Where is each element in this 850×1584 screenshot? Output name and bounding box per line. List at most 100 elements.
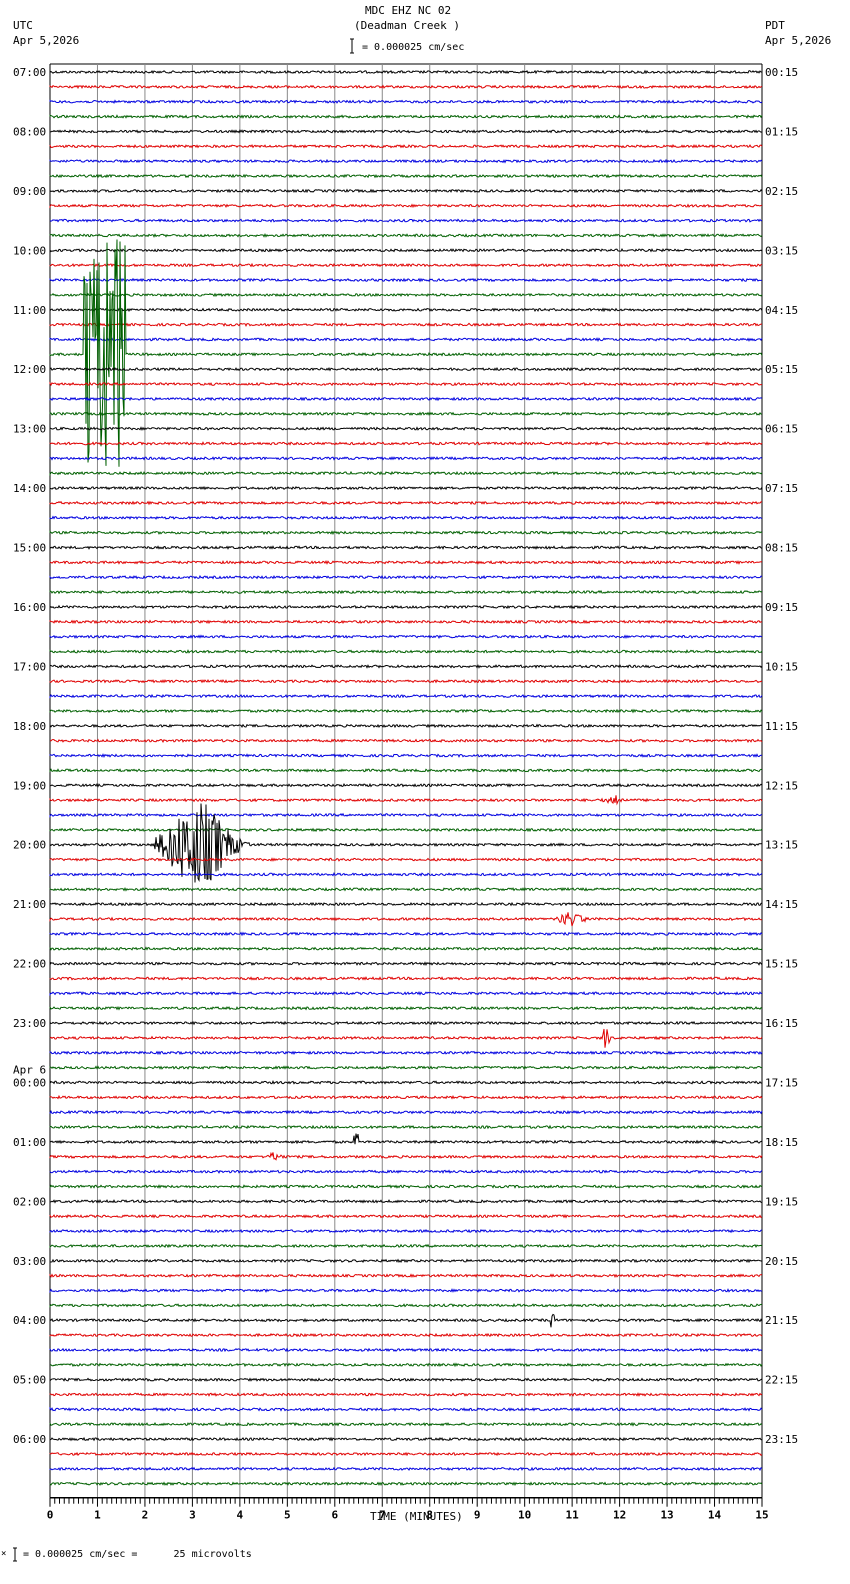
pdt-hour-label: 07:15 — [765, 482, 798, 495]
trace-62 — [49, 990, 763, 996]
trace-33 — [49, 559, 763, 565]
utc-hour-label: 12:00 — [13, 363, 46, 376]
pdt-hour-label: 04:15 — [765, 304, 798, 317]
x-tick-label: 1 — [94, 1509, 101, 1522]
pdt-hour-label: 01:15 — [765, 125, 798, 138]
trace-86 — [49, 1347, 763, 1353]
trace-55 — [49, 886, 763, 892]
trace-16 — [49, 307, 763, 313]
trace-91 — [49, 1421, 763, 1427]
utc-hour-label: 18:00 — [13, 720, 46, 733]
trace-85 — [49, 1332, 763, 1338]
trace-31 — [49, 530, 763, 536]
trace-40 — [49, 664, 763, 669]
trace-61 — [49, 976, 763, 981]
trace-4 — [49, 129, 763, 134]
pdt-hour-label: 17:15 — [765, 1076, 798, 1089]
trace-50 — [49, 812, 763, 818]
trace-80 — [49, 1258, 763, 1264]
trace-30 — [49, 515, 763, 521]
trace-21 — [49, 381, 763, 387]
trace-20 — [49, 366, 763, 372]
x-tick-label: 4 — [237, 1509, 244, 1522]
x-tick-label: 7 — [379, 1509, 386, 1522]
trace-7 — [49, 173, 763, 179]
trace-46 — [49, 753, 762, 759]
utc-hour-label: 16:00 — [13, 601, 46, 614]
trace-5 — [49, 144, 763, 149]
utc-hour-label: 11:00 — [13, 304, 46, 317]
trace-54 — [49, 871, 763, 877]
trace-11 — [49, 233, 763, 238]
trace-65 — [49, 1028, 763, 1048]
pdt-hour-label: 05:15 — [765, 363, 798, 376]
utc-hour-label: 03:00 — [13, 1255, 46, 1268]
pdt-hour-label: 20:15 — [765, 1255, 798, 1268]
utc-hour-label: 10:00 — [13, 244, 46, 257]
pdt-hour-label: 02:15 — [765, 185, 798, 198]
pdt-hour-label: 14:15 — [765, 898, 798, 911]
trace-43 — [49, 708, 763, 714]
trace-71 — [49, 1124, 763, 1130]
x-tick-label: 6 — [331, 1509, 338, 1522]
trace-8 — [49, 188, 763, 194]
trace-78 — [49, 1228, 763, 1234]
utc-hour-label: 05:00 — [13, 1374, 46, 1387]
trace-92 — [49, 1436, 763, 1442]
trace-56 — [49, 901, 763, 907]
footer-scale-bar-icon — [13, 1547, 17, 1562]
trace-0 — [49, 69, 763, 75]
trace-17 — [49, 322, 763, 327]
trace-3 — [49, 114, 763, 120]
pdt-hour-label: 08:15 — [765, 542, 798, 555]
trace-6 — [49, 158, 763, 164]
helicorder: MDC EHZ NC 02 (Deadman Creek ) UTC Apr 5… — [0, 0, 850, 1584]
trace-72 — [49, 1133, 763, 1145]
utc-hour-label: 09:00 — [13, 185, 46, 198]
utc-hour-label: 00:00 — [13, 1076, 46, 1089]
trace-70 — [49, 1109, 763, 1115]
trace-34 — [49, 574, 763, 580]
pdt-hour-label: 09:15 — [765, 601, 798, 614]
trace-9 — [49, 203, 763, 209]
trace-1 — [49, 84, 763, 90]
utc-hour-label: 15:00 — [13, 542, 46, 555]
trace-10 — [49, 218, 763, 223]
trace-68 — [49, 1080, 763, 1085]
trace-25 — [49, 441, 763, 446]
trace-60 — [49, 961, 763, 967]
date-change-label: Apr 6 — [13, 1063, 46, 1076]
trace-75 — [49, 1184, 763, 1189]
trace-88 — [49, 1377, 763, 1383]
x-tick-label: 11 — [566, 1509, 580, 1522]
trace-28 — [49, 485, 763, 491]
pdt-hour-label: 22:15 — [765, 1374, 798, 1387]
x-tick-label: 5 — [284, 1509, 291, 1522]
trace-14 — [49, 277, 763, 283]
trace-89 — [49, 1392, 763, 1397]
trace-2 — [49, 99, 763, 104]
pdt-hour-label: 00:15 — [765, 66, 798, 79]
utc-hour-label: 21:00 — [13, 898, 46, 911]
trace-73 — [49, 1151, 763, 1161]
trace-29 — [49, 500, 763, 506]
trace-37 — [49, 619, 763, 625]
pdt-hour-label: 03:15 — [765, 244, 798, 257]
trace-63 — [49, 1005, 763, 1011]
utc-hour-label: 23:00 — [13, 1017, 46, 1030]
utc-hour-label: 04:00 — [13, 1314, 46, 1327]
pdt-hour-label: 15:15 — [765, 958, 798, 971]
trace-41 — [49, 679, 763, 684]
trace-45 — [49, 738, 763, 744]
utc-hour-label: 08:00 — [13, 125, 46, 138]
trace-79 — [49, 1243, 763, 1249]
trace-35 — [49, 589, 763, 595]
trace-19 — [49, 239, 763, 467]
seismogram-plot: 07:00 08:00 09:00 10:00 11:00 12:00 13:00 14:00… — [13, 38, 798, 1562]
utc-hour-label: 06:00 — [13, 1433, 46, 1446]
trace-95 — [49, 1481, 763, 1487]
pdt-hour-label: 19:15 — [765, 1195, 798, 1208]
utc-hour-label: 20:00 — [13, 839, 46, 852]
trace-48 — [49, 782, 763, 788]
x-tick-label: 0 — [47, 1509, 54, 1522]
